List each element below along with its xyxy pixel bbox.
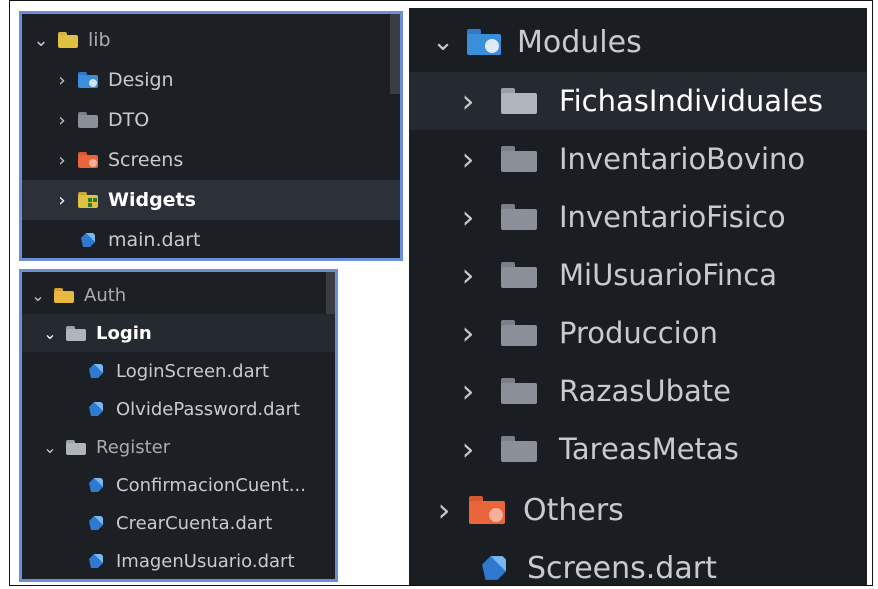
tree-item-lib[interactable]: ⌄ lib <box>22 20 400 60</box>
folder-widgets-yellow-icon <box>78 192 98 208</box>
folder-screens-orange-icon <box>78 152 98 168</box>
chevron-down-icon[interactable]: ⌄ <box>42 438 58 457</box>
tree-item-label: OlvidePassword.dart <box>116 398 301 420</box>
tree-item-fichasindividuales[interactable]: › FichasIndividuales <box>409 72 867 130</box>
chevron-right-icon[interactable]: › <box>457 198 479 236</box>
chevron-right-icon[interactable]: › <box>54 70 70 91</box>
folder-open-gray-icon <box>66 439 86 455</box>
tree-item-label: Widgets <box>108 189 196 211</box>
chevron-right-icon[interactable]: › <box>54 110 70 131</box>
tree-item-miusuariofinca[interactable]: › MiUsuarioFinca <box>409 246 867 304</box>
tree-item-widgets[interactable]: › Widgets <box>22 180 400 220</box>
folder-gray-icon <box>501 378 537 404</box>
folder-open-yellow-icon <box>58 32 78 48</box>
dart-file-icon <box>86 399 106 419</box>
tree-item-others[interactable]: › Others <box>409 480 867 540</box>
tree-item-label: Screens <box>108 149 184 171</box>
tree-item-label: Auth <box>84 284 127 306</box>
dart-file-icon <box>86 475 106 495</box>
dart-file-icon <box>477 551 511 585</box>
tree-item-label: Others <box>523 492 624 528</box>
folder-gray-icon <box>501 204 537 230</box>
folder-open-gray-icon <box>66 325 86 341</box>
tree-item-inventariofisico[interactable]: › InventarioFisico <box>409 188 867 246</box>
chevron-right-icon[interactable]: › <box>457 372 479 410</box>
folder-design-blue-icon <box>78 72 98 88</box>
folder-gray-icon <box>78 112 98 128</box>
tree-item-label: Screens.dart <box>527 550 717 586</box>
folder-modules-blue-icon <box>467 29 501 55</box>
tree-item-label: ConfirmacionCuent... <box>116 474 306 496</box>
lib-tree-panel: ⌄ lib › Design › DTO › Screens › Widgets… <box>19 11 403 261</box>
folder-screens-orange-icon <box>469 496 505 524</box>
tree-item-label: DTO <box>108 109 150 131</box>
chevron-down-icon[interactable]: ⌄ <box>32 30 50 51</box>
tree-item-label: Produccion <box>559 316 718 350</box>
tree-item-confirmacioncuenta-dart[interactable]: ConfirmacionCuent... <box>22 466 335 504</box>
tree-item-label: ImagenUsuario.dart <box>116 550 295 572</box>
chevron-down-icon[interactable]: ⌄ <box>30 286 46 305</box>
dart-file-icon <box>78 230 98 250</box>
tree-item-label: Login <box>96 322 152 344</box>
auth-tree-panel: ⌄ Auth ⌄ Login LoginScreen.dart OlvidePa… <box>19 269 338 582</box>
tree-item-screens-dart[interactable]: Screens.dart <box>409 540 867 585</box>
tree-item-label: RazasUbate <box>559 374 732 408</box>
tree-item-auth[interactable]: ⌄ Auth <box>22 276 335 314</box>
folder-gray-icon <box>501 88 537 114</box>
tree-item-imagenusuario-dart[interactable]: ImagenUsuario.dart <box>22 542 335 579</box>
tree-item-razasubate[interactable]: › RazasUbate <box>409 362 867 420</box>
dart-file-icon <box>86 361 106 381</box>
chevron-down-icon[interactable]: ⌄ <box>42 324 58 343</box>
dart-file-icon <box>86 551 106 571</box>
chevron-right-icon[interactable]: › <box>457 430 479 468</box>
tree-item-tareasmetas[interactable]: › TareasMetas <box>409 420 867 478</box>
tree-item-label: Design <box>108 69 174 91</box>
chevron-right-icon[interactable]: › <box>457 314 479 352</box>
tree-item-produccion[interactable]: › Produccion <box>409 304 867 362</box>
tree-item-loginscreen-dart[interactable]: LoginScreen.dart <box>22 352 335 390</box>
tree-item-design[interactable]: › Design <box>22 60 400 100</box>
tree-item-label: main.dart <box>108 229 201 251</box>
tree-item-inventariobovino[interactable]: › InventarioBovino <box>409 130 867 188</box>
tree-item-label: InventarioFisico <box>559 200 786 234</box>
tree-item-label: CrearCuenta.dart <box>116 512 273 534</box>
folder-gray-icon <box>501 146 537 172</box>
tree-item-register[interactable]: ⌄ Register <box>22 428 335 466</box>
chevron-right-icon[interactable]: › <box>457 256 479 294</box>
folder-gray-icon <box>501 320 537 346</box>
chevron-right-icon[interactable]: › <box>457 140 479 178</box>
tree-item-label: FichasIndividuales <box>559 84 824 118</box>
tree-item-olvidepassword-dart[interactable]: OlvidePassword.dart <box>22 390 335 428</box>
chevron-down-icon[interactable]: ⌄ <box>431 27 455 57</box>
tree-item-label: lib <box>88 29 111 51</box>
tree-item-label: TareasMetas <box>559 432 739 466</box>
tree-item-crearcuenta-dart[interactable]: CrearCuenta.dart <box>22 504 335 542</box>
modules-tree-panel: ⌄ Modules › FichasIndividuales › Inventa… <box>409 8 867 585</box>
tree-item-screens[interactable]: › Screens <box>22 140 400 180</box>
chevron-right-icon[interactable]: › <box>54 190 70 211</box>
folder-gray-icon <box>501 262 537 288</box>
tree-item-dto[interactable]: › DTO <box>22 100 400 140</box>
folder-open-yellow-icon <box>54 287 74 303</box>
tree-item-label: Modules <box>517 24 642 60</box>
chevron-right-icon[interactable]: › <box>457 82 479 120</box>
tree-item-modules[interactable]: ⌄ Modules <box>409 12 867 72</box>
tree-item-label: InventarioBovino <box>559 142 806 176</box>
tree-item-label: MiUsuarioFinca <box>559 258 778 292</box>
tree-item-label: Register <box>96 436 171 458</box>
folder-gray-icon <box>501 436 537 462</box>
dart-file-icon <box>86 513 106 533</box>
chevron-right-icon[interactable]: › <box>433 491 455 529</box>
tree-item-main-dart[interactable]: main.dart <box>22 220 400 258</box>
tree-item-label: LoginScreen.dart <box>116 360 270 382</box>
tree-item-login[interactable]: ⌄ Login <box>22 314 335 352</box>
chevron-right-icon[interactable]: › <box>54 150 70 171</box>
